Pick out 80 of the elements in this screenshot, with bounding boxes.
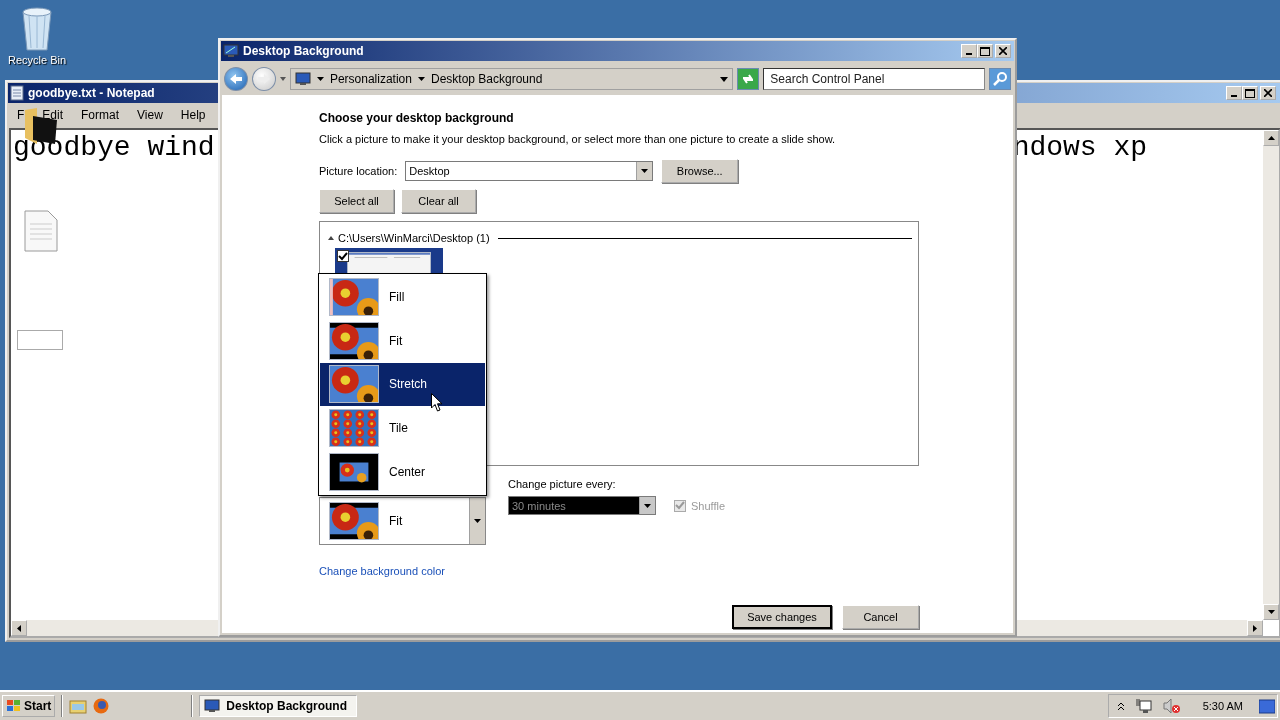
maximize-icon [1245,88,1255,98]
menu-item[interactable]: F [15,108,27,122]
maximize-button[interactable] [977,44,993,58]
dropdown-value: Fit [389,514,404,528]
windows-logo-icon [6,699,22,713]
back-button[interactable] [224,67,248,91]
monitor-icon [204,699,221,713]
back-arrow-icon [229,73,243,85]
browse-button[interactable]: Browse... [661,159,739,183]
refresh-button[interactable] [737,68,760,90]
caret-up-icon [1267,136,1275,140]
search-icon [993,72,1007,86]
notepad-icon [10,85,24,101]
window-title: Desktop Background [243,44,365,58]
search-button[interactable] [989,68,1011,90]
document-icon [24,210,58,252]
breadcrumb-item[interactable]: Desktop Background [431,72,543,86]
network-icon[interactable] [1134,698,1153,714]
browser-icon[interactable] [93,698,110,714]
monitor-icon [294,72,311,86]
checkbox[interactable] [337,250,349,262]
speaker-muted-icon[interactable] [1162,698,1181,714]
menu-option[interactable]: Fit [320,318,485,363]
menu-option[interactable]: Fill [320,275,485,319]
maximize-icon [980,46,990,56]
caret-down-icon [1267,610,1275,614]
minimize-button[interactable] [1226,86,1242,100]
taskbar-button[interactable]: Desktop Background [199,695,358,717]
menu-item[interactable]: Edit [40,108,66,122]
close-button[interactable] [1260,86,1276,100]
caret-down-icon [641,169,649,173]
menu-item[interactable]: View [135,108,165,122]
scroll-right-button[interactable] [1247,620,1263,636]
scroll-down-button[interactable] [1263,604,1279,620]
scroll-up-button[interactable] [1263,130,1279,146]
rename-field [17,330,63,350]
menu-option[interactable]: Center [320,450,485,494]
minimize-button[interactable] [961,44,977,58]
recycle-bin-icon[interactable] [20,6,54,52]
forward-button[interactable] [251,67,276,91]
refresh-icon [741,73,756,85]
address-bar[interactable]: Personalization Desktop Background [289,68,734,90]
change-color-link[interactable]: Change background color [319,565,445,577]
show-desktop-icon[interactable] [1259,698,1275,714]
checkbox-label: Shuffle [691,499,726,512]
collapse-icon[interactable] [328,236,334,240]
window-title: goodbye.txt - Notepad [28,86,156,100]
document-text: goodbye wind [13,132,215,165]
field-label: Change picture every: [508,478,617,490]
desktop-icon-label: Recycle Bin [7,54,67,66]
menu-option[interactable]: Tile [320,406,485,451]
close-button[interactable] [995,44,1011,58]
close-icon [999,47,1007,55]
menu-option[interactable]: Stretch [320,362,485,407]
description-text: Click a picture to make it your desktop background, or select more than one picture to create a slide show. [319,133,837,145]
caret-down-icon [474,519,481,523]
scroll-left-button[interactable] [11,620,27,636]
close-icon [1264,89,1272,97]
chevron-up-icon[interactable] [1116,701,1125,711]
field-label: Picture location: [319,165,398,177]
cancel-button[interactable]: Cancel [842,605,919,629]
mouse-cursor-icon [431,393,443,412]
caret-left-icon [17,624,21,632]
group-header[interactable]: C:\Users\WinMarci\Desktop (1) [338,232,490,244]
save-button[interactable]: Save changes [732,605,832,629]
clock[interactable]: 5:30 AM [1202,700,1243,712]
select-all-button[interactable]: Select all [319,189,394,213]
menu-item[interactable]: Help [178,108,208,122]
maximize-button[interactable] [1242,86,1258,100]
caret-down-icon [644,503,651,508]
caret-right-icon [1253,624,1257,632]
heading: Choose your desktop background [319,111,515,125]
picture-position-dropdown[interactable]: Fit [319,497,486,545]
breadcrumb-item[interactable]: Personalization [329,72,412,86]
picture-location-dropdown[interactable]: Desktop [405,161,654,181]
monitor-icon [223,44,239,58]
search-field[interactable]: Search Control Panel [763,68,985,90]
clear-all-button[interactable]: Clear all [401,189,476,213]
menu-item[interactable]: Format [79,108,122,122]
start-button[interactable]: Start [2,695,56,717]
